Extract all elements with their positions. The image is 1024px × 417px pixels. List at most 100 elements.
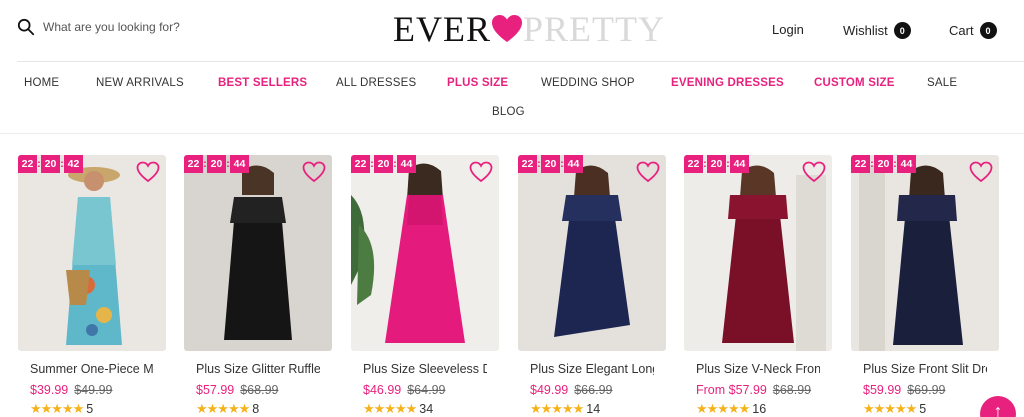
wishlist-heart-icon[interactable] <box>969 161 993 183</box>
nav-evening-dresses[interactable]: EVENING DRESSES <box>671 77 784 89</box>
main-nav: HOME NEW ARRIVALS BEST SELLERS ALL DRESS… <box>0 62 1024 134</box>
timer-seconds: 44 <box>730 155 749 173</box>
product-title[interactable]: Plus Size Sleeveless Dress <box>363 362 487 376</box>
site-logo[interactable]: EVER PRETTY <box>393 10 665 48</box>
wishlist-heart-icon[interactable] <box>636 161 660 183</box>
product-card[interactable]: 22: 20: 44 Plus Size Sleeveless Dress $4… <box>351 155 499 417</box>
review-count: 34 <box>419 402 434 416</box>
nav-custom-size[interactable]: CUSTOM SIZE <box>814 77 895 89</box>
search-input[interactable] <box>43 20 263 34</box>
product-rating: ★★★★★ 8 <box>196 401 259 417</box>
original-price: $49.99 <box>74 383 113 397</box>
original-price: $66.99 <box>574 383 613 397</box>
product-image[interactable]: 22: 20: 44 <box>851 155 999 351</box>
nav-best-sellers[interactable]: BEST SELLERS <box>218 77 307 89</box>
star-rating-icon: ★★★★★ <box>530 401 584 416</box>
timer-minutes: 20 <box>41 155 60 173</box>
timer-seconds: 44 <box>230 155 249 173</box>
original-price: $68.99 <box>240 383 279 397</box>
original-price: $64.99 <box>407 383 446 397</box>
wishlist-heart-icon[interactable] <box>469 161 493 183</box>
product-image[interactable]: 22: 20: 44 <box>351 155 499 351</box>
arrow-up-icon: ↑ <box>993 401 1003 417</box>
countdown-timer: 22: 20: 44 <box>684 155 749 173</box>
logo-pretty-text: PRETTY <box>523 9 666 49</box>
product-image[interactable]: 22: 20: 42 <box>18 155 166 351</box>
star-rating-icon: ★★★★★ <box>696 401 750 416</box>
product-image[interactable]: 22: 20: 44 <box>684 155 832 351</box>
star-rating-icon: ★★★★★ <box>30 401 84 416</box>
countdown-timer: 22: 20: 44 <box>184 155 249 173</box>
product-image[interactable]: 22: 20: 44 <box>184 155 332 351</box>
product-grid: 22: 20: 42 Summer One-Piece Maxi Dress $… <box>0 155 1024 417</box>
product-card[interactable]: 22: 20: 42 Summer One-Piece Maxi Dress $… <box>18 155 166 417</box>
product-rating: ★★★★★ 5 <box>30 401 93 417</box>
product-title[interactable]: Plus Size Front Slit Dress <box>863 362 987 376</box>
product-card[interactable]: 22: 20: 44 Plus Size Front Slit Dress $5… <box>851 155 999 417</box>
product-title[interactable]: Plus Size V-Neck Front Slit <box>696 362 820 376</box>
login-label: Login <box>772 22 804 37</box>
countdown-timer: 22: 20: 44 <box>351 155 416 173</box>
wishlist-heart-icon[interactable] <box>302 161 326 183</box>
timer-minutes: 20 <box>541 155 560 173</box>
wishlist-link[interactable]: Wishlist 0 <box>843 22 911 39</box>
star-rating-icon: ★★★★★ <box>196 401 250 416</box>
wishlist-label: Wishlist <box>843 23 888 38</box>
nav-home[interactable]: HOME <box>24 77 59 89</box>
product-price: $57.99 $68.99 <box>196 383 278 397</box>
product-card[interactable]: 22: 20: 44 Plus Size V-Neck Front Slit F… <box>684 155 832 417</box>
countdown-timer: 22: 20: 42 <box>18 155 83 173</box>
wishlist-heart-icon[interactable] <box>802 161 826 183</box>
timer-hours: 22 <box>684 155 703 173</box>
cart-count-badge: 0 <box>979 22 997 39</box>
logo-heart-icon <box>492 15 522 43</box>
product-price: From $57.99 $68.99 <box>696 383 811 397</box>
timer-minutes: 20 <box>207 155 226 173</box>
product-title[interactable]: Summer One-Piece Maxi Dress <box>30 362 154 376</box>
product-title[interactable]: Plus Size Elegant Long Dress <box>530 362 654 376</box>
logo-ever-text: EVER <box>393 9 491 49</box>
current-price: $59.99 <box>863 383 902 397</box>
timer-seconds: 42 <box>64 155 83 173</box>
cart-link[interactable]: Cart 0 <box>949 22 997 39</box>
timer-hours: 22 <box>851 155 870 173</box>
product-rating: ★★★★★ 5 <box>863 401 926 417</box>
review-count: 8 <box>252 402 260 416</box>
timer-minutes: 20 <box>707 155 726 173</box>
cart-label: Cart <box>949 23 974 38</box>
review-count: 16 <box>752 402 767 416</box>
countdown-timer: 22: 20: 44 <box>518 155 583 173</box>
current-price: $39.99 <box>30 383 69 397</box>
product-image[interactable]: 22: 20: 44 <box>518 155 666 351</box>
timer-seconds: 44 <box>897 155 916 173</box>
review-count: 5 <box>86 402 94 416</box>
product-rating: ★★★★★ 34 <box>363 401 433 417</box>
timer-hours: 22 <box>184 155 203 173</box>
current-price: $46.99 <box>363 383 402 397</box>
wishlist-count-badge: 0 <box>893 22 911 39</box>
product-price: $46.99 $64.99 <box>363 383 445 397</box>
product-card[interactable]: 22: 20: 44 Plus Size Elegant Long Dress … <box>518 155 666 417</box>
review-count: 5 <box>919 402 927 416</box>
timer-seconds: 44 <box>564 155 583 173</box>
star-rating-icon: ★★★★★ <box>363 401 417 416</box>
nav-divider <box>0 133 1024 134</box>
search-bar[interactable] <box>17 18 263 36</box>
star-rating-icon: ★★★★★ <box>863 401 917 416</box>
login-link[interactable]: Login <box>772 22 804 37</box>
product-title[interactable]: Plus Size Glitter Ruffle Dress <box>196 362 320 376</box>
search-icon[interactable] <box>17 18 35 36</box>
timer-minutes: 20 <box>874 155 893 173</box>
nav-all-dresses[interactable]: ALL DRESSES <box>336 77 416 89</box>
original-price: $69.99 <box>907 383 946 397</box>
timer-minutes: 20 <box>374 155 393 173</box>
nav-blog[interactable]: BLOG <box>492 106 525 118</box>
nav-new-arrivals[interactable]: NEW ARRIVALS <box>96 77 184 89</box>
product-card[interactable]: 22: 20: 44 Plus Size Glitter Ruffle Dres… <box>184 155 332 417</box>
wishlist-heart-icon[interactable] <box>136 161 160 183</box>
nav-plus-size[interactable]: PLUS SIZE <box>447 77 508 89</box>
nav-sale[interactable]: SALE <box>927 77 957 89</box>
product-rating: ★★★★★ 16 <box>696 401 766 417</box>
nav-wedding-shop[interactable]: WEDDING SHOP <box>541 77 635 89</box>
product-rating: ★★★★★ 14 <box>530 401 600 417</box>
